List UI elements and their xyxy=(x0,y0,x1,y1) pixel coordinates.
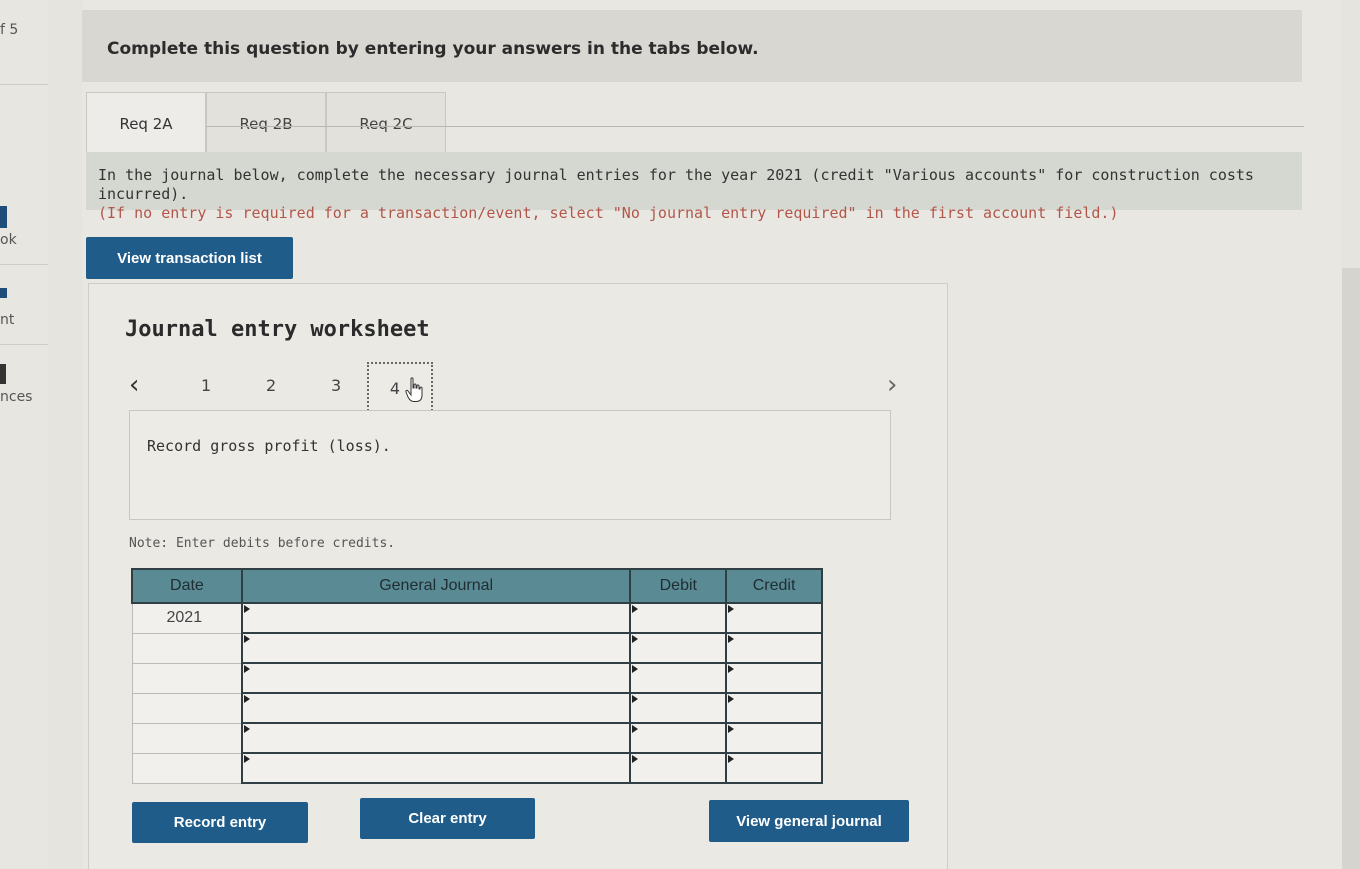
account-select[interactable] xyxy=(240,632,632,664)
header-credit: Credit xyxy=(725,568,823,604)
debit-input[interactable] xyxy=(629,692,728,724)
account-select[interactable] xyxy=(240,752,632,784)
sidebar-divider xyxy=(0,264,48,265)
journal-table: Date General Journal Debit Credit 2021 xyxy=(131,568,823,784)
worksheet-page-4-current[interactable]: 4 xyxy=(367,362,433,414)
account-select[interactable] xyxy=(240,692,632,724)
cell-marker-icon xyxy=(632,635,639,643)
account-select[interactable] xyxy=(240,722,632,754)
cell-marker-icon xyxy=(243,635,250,643)
cell-marker-icon xyxy=(632,665,639,673)
header-date: Date xyxy=(131,568,243,604)
credit-input[interactable] xyxy=(725,602,823,634)
journal-header-row: Date General Journal Debit Credit xyxy=(131,568,823,604)
instruction-note-text: (If no entry is required for a transacti… xyxy=(98,204,1119,222)
debit-input[interactable] xyxy=(629,752,728,784)
cell-marker-icon xyxy=(243,605,250,613)
cell-marker-icon xyxy=(243,695,250,703)
worksheet-page-2[interactable]: 2 xyxy=(266,376,276,395)
header-general-journal: General Journal xyxy=(240,568,632,604)
cell-marker-icon xyxy=(243,665,250,673)
header-debit: Debit xyxy=(629,568,728,604)
cell-marker-icon xyxy=(632,695,639,703)
tab-underline xyxy=(206,126,1304,127)
entry-description-box: Record gross profit (loss). xyxy=(129,410,891,520)
chevron-right-icon[interactable]: › xyxy=(887,370,897,400)
date-cell: 2021 xyxy=(131,602,242,634)
cell-marker-icon xyxy=(728,605,735,613)
sidebar-item-print[interactable]: nt xyxy=(0,312,14,328)
clear-entry-button[interactable]: Clear entry xyxy=(360,798,535,839)
sidebar-mark xyxy=(0,206,7,228)
debit-input[interactable] xyxy=(629,632,728,664)
debit-input[interactable] xyxy=(629,662,728,694)
date-cell xyxy=(131,752,242,784)
cell-marker-icon xyxy=(728,725,735,733)
cell-marker-icon xyxy=(728,665,735,673)
cell-marker-icon xyxy=(632,605,639,613)
main-content: Complete this question by entering your … xyxy=(82,0,1342,869)
sidebar-divider xyxy=(0,84,48,85)
sidebar-item-references[interactable]: nces xyxy=(0,389,32,405)
cell-marker-icon xyxy=(243,725,250,733)
credit-input[interactable] xyxy=(725,692,823,724)
cell-marker-icon xyxy=(728,695,735,703)
credit-input[interactable] xyxy=(725,662,823,694)
worksheet-page-4-label: 4 xyxy=(389,378,401,398)
debits-credits-note: Note: Enter debits before credits. xyxy=(129,536,396,551)
table-row xyxy=(131,662,823,694)
view-transaction-list-button[interactable]: View transaction list xyxy=(86,237,293,279)
sidebar-fragment-page-count: f 5 xyxy=(0,22,19,38)
left-sidebar: f 5 ok nt nces xyxy=(0,0,48,869)
hand-pointer-icon xyxy=(405,377,423,402)
worksheet-page-3[interactable]: 3 xyxy=(331,376,341,395)
date-cell xyxy=(131,692,242,724)
question-header: Complete this question by entering your … xyxy=(82,10,1302,82)
tab-req-2c[interactable]: Req 2C xyxy=(326,92,446,154)
sidebar-mark xyxy=(0,364,6,384)
table-row xyxy=(131,692,823,724)
table-row xyxy=(131,632,823,664)
debit-input[interactable] xyxy=(629,722,728,754)
instruction-box: In the journal below, complete the neces… xyxy=(86,152,1302,222)
sidebar-mark xyxy=(0,288,7,298)
credit-input[interactable] xyxy=(725,722,823,754)
page: f 5 ok nt nces Complete this question by… xyxy=(0,0,1360,869)
worksheet-page-1[interactable]: 1 xyxy=(201,376,211,395)
date-cell xyxy=(131,632,242,664)
record-entry-button[interactable]: Record entry xyxy=(132,802,308,843)
cell-marker-icon xyxy=(728,755,735,763)
debit-input[interactable] xyxy=(629,602,728,634)
sidebar-divider xyxy=(0,344,48,345)
requirement-tabs: Req 2A Req 2B Req 2C xyxy=(86,92,446,154)
tab-req-2a[interactable]: Req 2A xyxy=(86,92,206,154)
date-cell xyxy=(131,722,242,754)
entry-description: Record gross profit (loss). xyxy=(147,437,391,455)
account-select[interactable] xyxy=(240,602,632,634)
cell-marker-icon xyxy=(243,755,250,763)
tab-req-2b[interactable]: Req 2B xyxy=(206,92,326,154)
account-select[interactable] xyxy=(240,662,632,694)
table-row: 2021 xyxy=(131,602,823,634)
instruction-main-text: In the journal below, complete the neces… xyxy=(98,166,1254,203)
date-cell xyxy=(131,662,242,694)
table-row xyxy=(131,722,823,754)
cell-marker-icon xyxy=(632,755,639,763)
credit-input[interactable] xyxy=(725,632,823,664)
table-row xyxy=(131,752,823,784)
cell-marker-icon xyxy=(632,725,639,733)
cell-marker-icon xyxy=(728,635,735,643)
credit-input[interactable] xyxy=(725,752,823,784)
question-header-text: Complete this question by entering your … xyxy=(107,39,759,59)
chevron-left-icon[interactable]: ‹ xyxy=(129,370,139,400)
journal-entry-worksheet: Journal entry worksheet ‹ 1 2 3 4 › Reco… xyxy=(88,283,948,869)
scrollbar-track[interactable] xyxy=(1342,268,1360,869)
sidebar-item-ebook[interactable]: ok xyxy=(0,232,17,248)
view-general-journal-button[interactable]: View general journal xyxy=(709,800,909,842)
worksheet-title: Journal entry worksheet xyxy=(125,317,430,342)
